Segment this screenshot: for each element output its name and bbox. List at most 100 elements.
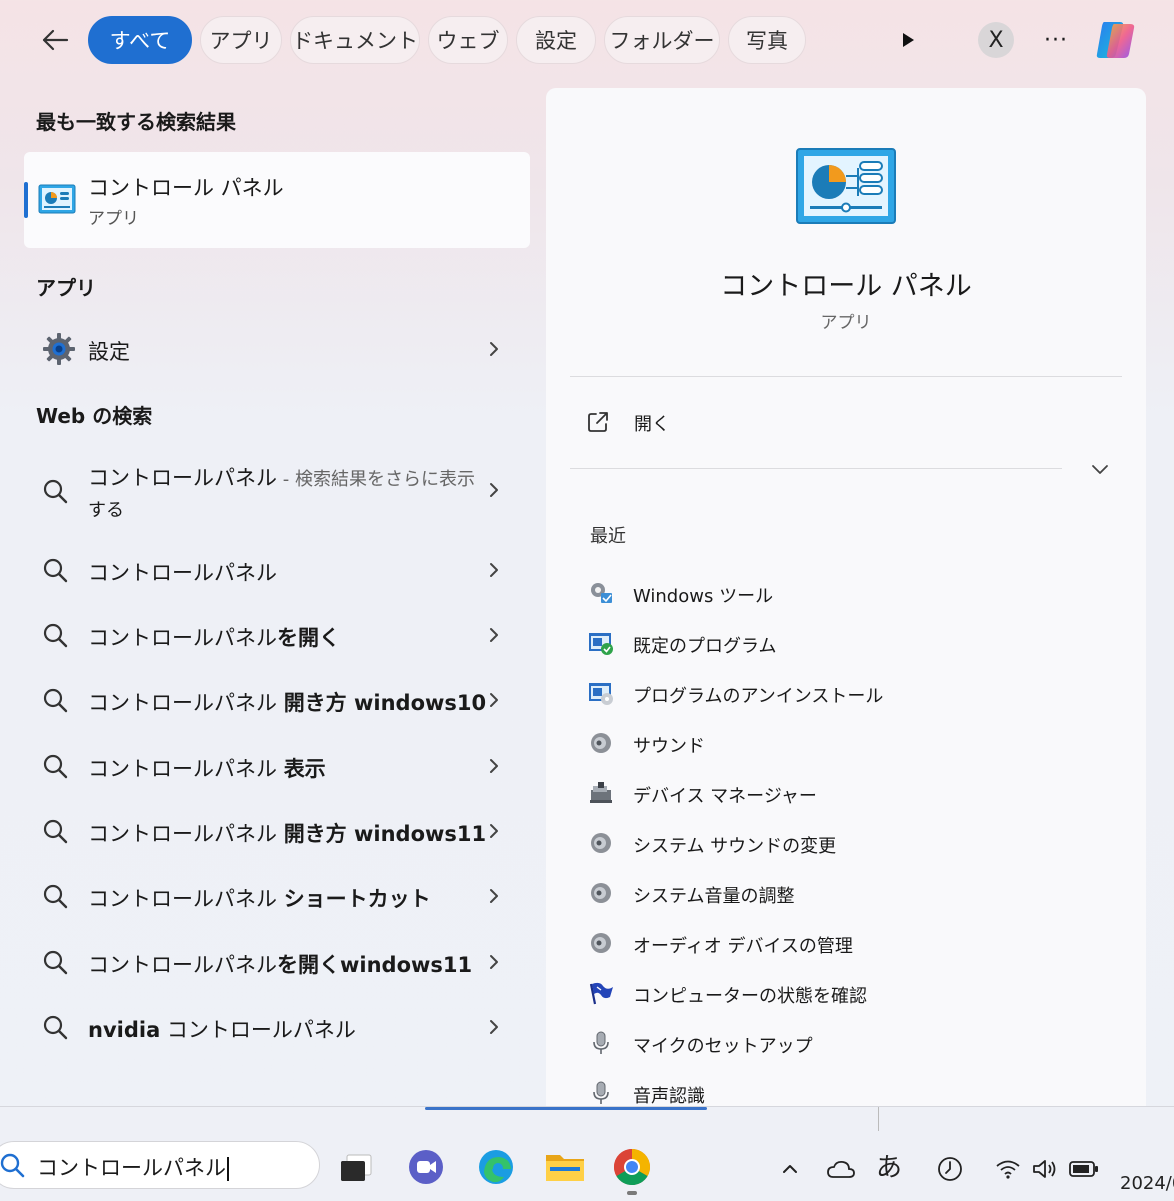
search-value: コントロールパネル [37, 1156, 226, 1180]
network-button[interactable] [994, 1153, 1022, 1185]
wifi-icon [996, 1160, 1020, 1179]
tab-folders[interactable]: フォルダー [604, 16, 720, 64]
gear-icon [43, 333, 75, 365]
web-result-label: コントロールパネル [88, 561, 277, 585]
play-icon [903, 33, 914, 47]
chevron-right-icon [490, 824, 498, 838]
tab-web[interactable]: ウェブ [428, 16, 508, 64]
text-caret [227, 1157, 229, 1181]
moon-clock-icon [938, 1157, 962, 1181]
chevron-down-icon[interactable] [1086, 460, 1114, 480]
search-icon [43, 688, 68, 713]
tab-documents[interactable]: ドキュメント [290, 16, 420, 64]
recent-item-uninstall[interactable]: プログラムのアンインストール [586, 672, 1106, 712]
recent-item-audio-devices[interactable]: オーディオ デバイスの管理 [586, 922, 1106, 962]
divider [878, 1107, 879, 1131]
volume-button[interactable] [1030, 1153, 1060, 1185]
edge-button[interactable] [476, 1147, 516, 1187]
recent-item-label: デバイス マネージャー [633, 786, 817, 807]
device-manager-icon [590, 782, 612, 803]
search-icon [43, 558, 68, 583]
chevron-right-icon [490, 563, 498, 577]
recent-item-label: サウンド [633, 736, 705, 757]
chevron-right-icon [490, 759, 498, 773]
web-result[interactable]: コントロールパネル 表示 [24, 740, 530, 794]
recent-item-volume[interactable]: システム音量の調整 [586, 872, 1106, 912]
web-result[interactable]: コントロールパネル 開き方 windows10 [24, 674, 530, 728]
search-icon [43, 754, 68, 779]
web-result[interactable]: コントロールパネル ショートカット [24, 870, 530, 924]
web-result[interactable]: コントロールパネルを開く [24, 609, 530, 663]
open-action[interactable]: 開く [586, 406, 1086, 442]
focus-assist-button[interactable] [934, 1153, 966, 1185]
tab-photos[interactable]: 写真 [728, 16, 806, 64]
recent-heading: 最近 [590, 526, 626, 547]
speaker-icon [591, 833, 611, 853]
web-result-label: コントロールパネルを開く [88, 626, 340, 650]
more-options-button[interactable]: ··· [1036, 20, 1076, 60]
best-match-result[interactable]: コントロール パネル アプリ [24, 152, 530, 248]
search-icon [43, 819, 68, 844]
control-panel-icon [38, 184, 76, 214]
recent-item-system-sounds[interactable]: システム サウンドの変更 [586, 822, 1106, 862]
web-result[interactable]: コントロールパネル 開き方 windows11 [24, 805, 530, 859]
result-detail-panel: コントロール パネル アプリ 開く 最近 Windows ツール 既定のプログラ… [546, 88, 1146, 1108]
chevron-right-icon [490, 483, 498, 497]
taskbar: コントロールパネル あ 2024/0 [0, 1106, 1174, 1201]
chat-icon [409, 1150, 443, 1184]
file-explorer-button[interactable] [544, 1147, 584, 1187]
tab-apps[interactable]: アプリ [200, 16, 282, 64]
task-view-button[interactable] [336, 1147, 376, 1187]
recent-item-default-programs[interactable]: 既定のプログラム [586, 622, 1106, 662]
web-result-label: コントロールパネル - 検索結果をさらに表示 [88, 466, 475, 490]
recent-item-computer-status[interactable]: コンピューターの状態を確認 [586, 972, 1106, 1012]
chevron-right-icon [490, 955, 498, 969]
web-result[interactable]: nvidia コントロールパネル [24, 1001, 530, 1055]
open-external-icon [588, 412, 608, 432]
show-hidden-icons-button[interactable] [776, 1153, 804, 1185]
tab-settings[interactable]: 設定 [516, 16, 596, 64]
web-result[interactable]: コントロールパネルを開くwindows11 [24, 936, 530, 990]
app-result-settings[interactable]: 設定 [24, 322, 530, 376]
detail-app-subtitle: アプリ [820, 313, 872, 333]
chevron-right-icon [490, 1020, 498, 1034]
selection-indicator [24, 182, 28, 218]
recent-item-device-manager[interactable]: デバイス マネージャー [586, 772, 1106, 812]
speaker-icon [591, 883, 611, 903]
search-icon [43, 950, 68, 975]
recent-item-label: プログラムのアンインストール [633, 686, 884, 707]
recent-item-label: コンピューターの状態を確認 [633, 986, 867, 1007]
clock-date[interactable]: 2024/0 [1120, 1173, 1174, 1194]
web-result[interactable]: コントロールパネル [24, 544, 530, 598]
copilot-button[interactable] [1090, 14, 1142, 66]
account-avatar[interactable]: X [978, 22, 1014, 58]
chrome-button[interactable] [612, 1147, 652, 1187]
chevron-right-icon [490, 889, 498, 903]
teams-chat-button[interactable] [406, 1147, 446, 1187]
open-action-label: 開く [634, 414, 670, 435]
recent-item-label: 音声認識 [633, 1086, 705, 1107]
speaker-volume-icon [1033, 1160, 1056, 1178]
folder-icon [546, 1155, 584, 1181]
taskbar-search-input[interactable]: コントロールパネル [0, 1141, 320, 1189]
ime-indicator[interactable]: あ [876, 1147, 902, 1184]
battery-button[interactable] [1068, 1153, 1100, 1185]
recent-item-mic-setup[interactable]: マイクのセットアップ [586, 1022, 1106, 1062]
recent-item-windows-tools[interactable]: Windows ツール [586, 572, 1106, 612]
microphone-icon [593, 1081, 609, 1104]
edge-icon [479, 1150, 513, 1184]
web-result-label: コントロールパネルを開くwindows11 [88, 953, 473, 977]
more-filters-button[interactable] [888, 20, 928, 60]
recent-item-label: マイクのセットアップ [633, 1036, 813, 1057]
web-search-heading: Web の検索 [36, 404, 153, 428]
recent-item-sound[interactable]: サウンド [586, 722, 1106, 762]
tab-all[interactable]: すべて [88, 16, 192, 64]
back-button[interactable] [34, 20, 76, 60]
best-match-title: コントロール パネル [88, 176, 284, 200]
chevron-right-icon [490, 693, 498, 707]
search-icon [43, 1015, 68, 1040]
control-panel-icon [796, 148, 896, 224]
onedrive-button[interactable] [824, 1153, 858, 1185]
web-result-more[interactable]: コントロールパネル - 検索結果をさらに表示 する [24, 452, 530, 528]
divider [570, 376, 1122, 377]
